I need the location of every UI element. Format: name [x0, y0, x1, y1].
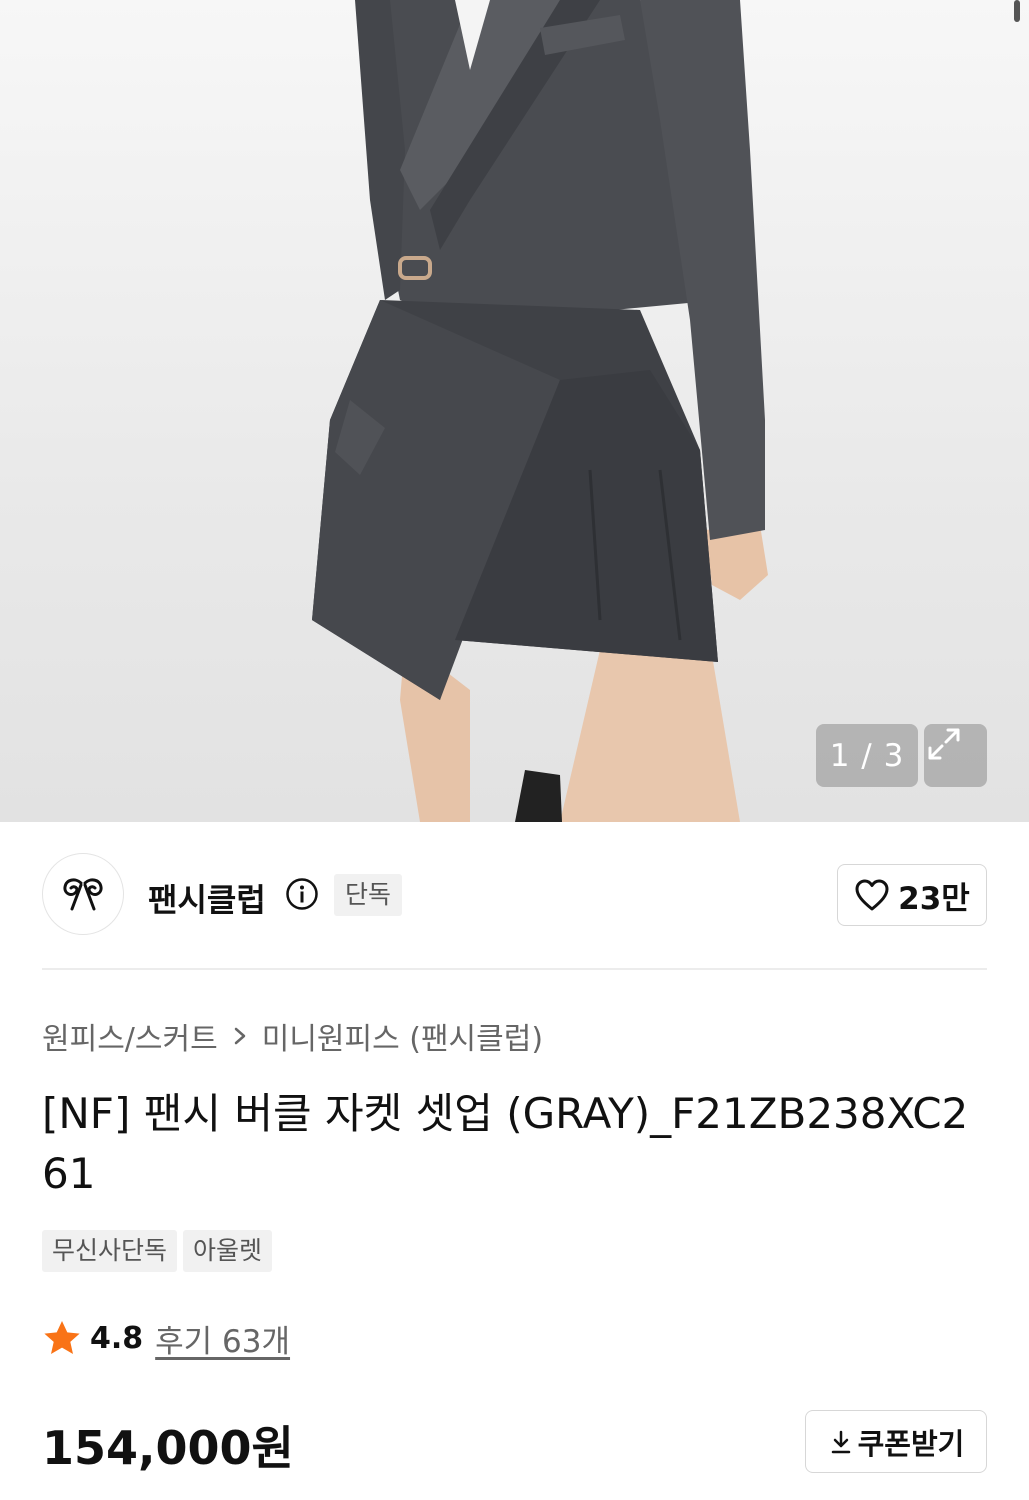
info-icon[interactable] — [285, 877, 319, 911]
product-image[interactable]: 1 / 3 — [0, 0, 1029, 822]
breadcrumb-category[interactable]: 원피스/스커트 — [42, 1014, 218, 1058]
product-title: [NF] 팬시 버클 자켓 셋업 (GRAY)_F21ZB238XC261 — [42, 1089, 969, 1198]
image-pager: 1 / 3 — [816, 724, 918, 787]
scrollbar[interactable] — [1014, 0, 1020, 22]
product-photo-illustration — [312, 0, 768, 822]
chevron-right-icon — [234, 1027, 245, 1045]
brand-logo-icon — [63, 878, 103, 911]
tag-outlet: 아울렛 — [183, 1230, 273, 1272]
breadcrumb-subcategory[interactable]: 미니원피스 (팬시클럽) — [262, 1014, 543, 1058]
heart-icon — [855, 879, 889, 911]
expand-image-button[interactable] — [924, 724, 987, 787]
expand-icon — [928, 728, 960, 760]
review-count-link[interactable]: 후기 63개 — [155, 1316, 290, 1361]
download-coupon-button[interactable]: 쿠폰받기 — [805, 1410, 987, 1473]
download-icon — [831, 1430, 850, 1453]
brand-row: 팬시클럽 단독 23만 — [42, 853, 987, 938]
product-tags: 무신사단독 아울렛 — [42, 1230, 273, 1272]
rating-value: 4.8 — [90, 1321, 144, 1356]
like-button[interactable]: 23만 — [837, 864, 987, 926]
product-price: 154,000원 — [42, 1421, 294, 1475]
rating-row: 4.8 후기 63개 — [42, 1316, 290, 1361]
brand-name[interactable]: 팬시클럽 — [148, 875, 266, 921]
brand-logo[interactable] — [42, 853, 124, 935]
star-icon — [44, 1320, 80, 1354]
tag-exclusive: 무신사단독 — [42, 1230, 178, 1272]
exclusive-badge: 단독 — [334, 874, 403, 916]
coupon-label: 쿠폰받기 — [857, 1426, 965, 1461]
breadcrumb: 원피스/스커트 미니원피스 (팬시클럽) — [42, 1014, 543, 1058]
like-count: 23만 — [898, 880, 970, 917]
divider — [42, 968, 987, 970]
